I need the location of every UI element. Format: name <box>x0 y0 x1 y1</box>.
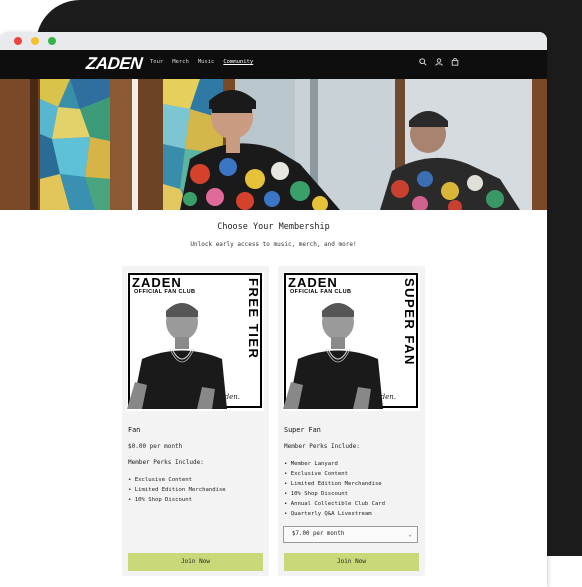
hero-photo <box>0 79 547 210</box>
perk-item: Annual Collectible Club Card <box>284 499 385 509</box>
artist-portrait-image <box>283 303 383 409</box>
perk-item: Exclusive Content <box>128 475 226 485</box>
tier-name: Super Fan <box>284 426 321 434</box>
tier-price: $0.00 per month <box>128 443 183 450</box>
poster-brand: ZADEN <box>288 275 338 290</box>
tier-name: Fan <box>128 426 141 434</box>
perk-item: Quarterly Q&A Livestream <box>284 509 385 519</box>
page-title: Choose Your Membership <box>217 222 330 232</box>
site-logo[interactable]: ZADEN <box>85 54 143 74</box>
perks-heading: Member Perks Include: <box>128 459 204 466</box>
nav-music[interactable]: Music <box>198 59 215 65</box>
close-window-button[interactable] <box>14 37 22 45</box>
tier-card-super-fan: ZADEN OFFICIAL FAN CLUB SUPER FAN Zaden.… <box>278 266 425 576</box>
perk-item: Member Lanyard <box>284 459 385 469</box>
poster-brand: ZADEN <box>132 275 182 290</box>
poster-signature: Zaden. <box>371 393 396 401</box>
poster-signature: Zaden. <box>215 393 240 401</box>
poster-tier-label: SUPER FAN <box>402 278 417 366</box>
poster-tier-label: FREE TIER <box>246 278 261 360</box>
cart-icon[interactable] <box>451 58 459 66</box>
price-select-value: $7.00 per month <box>292 531 345 537</box>
perk-item: Exclusive Content <box>284 469 385 479</box>
nav-community[interactable]: Community <box>223 59 253 65</box>
join-now-button-fan[interactable]: Join Now <box>128 553 263 571</box>
poster-subtitle: OFFICIAL FAN CLUB <box>290 289 352 295</box>
perk-item: 10% Shop Discount <box>284 489 385 499</box>
membership-section: Choose Your Membership Unlock early acce… <box>0 210 547 587</box>
tier-card-fan: ZADEN OFFICIAL FAN CLUB FREE TIER Zaden.… <box>122 266 269 576</box>
hero-banner <box>0 79 547 210</box>
artist-portrait-image <box>127 303 227 409</box>
browser-window: ZADEN Tour Merch Music Community Choose … <box>0 32 547 587</box>
perks-list: Exclusive Content Limited Edition Mercha… <box>128 475 226 505</box>
price-select[interactable]: $7.00 per month ⌄ <box>283 526 418 543</box>
tier-poster-super-fan: ZADEN OFFICIAL FAN CLUB SUPER FAN Zaden. <box>283 272 420 411</box>
main-nav: Tour Merch Music Community <box>150 59 253 65</box>
tier-poster-fan: ZADEN OFFICIAL FAN CLUB FREE TIER Zaden. <box>127 272 264 411</box>
page-subtitle: Unlock early access to music, merch, and… <box>190 241 357 248</box>
join-now-button-super-fan[interactable]: Join Now <box>284 553 419 571</box>
nav-merch[interactable]: Merch <box>172 59 189 65</box>
account-icon[interactable] <box>435 58 443 66</box>
perks-list: Member Lanyard Exclusive Content Limited… <box>284 459 385 519</box>
zoom-window-button[interactable] <box>48 37 56 45</box>
perk-item: Limited Edition Merchandise <box>284 479 385 489</box>
search-icon[interactable] <box>419 58 427 66</box>
header-icons <box>419 58 459 66</box>
nav-tour[interactable]: Tour <box>150 59 163 65</box>
perk-item: 10% Shop Discount <box>128 495 226 505</box>
perk-item: Limited Edition Merchandise <box>128 485 226 495</box>
poster-subtitle: OFFICIAL FAN CLUB <box>134 289 196 295</box>
minimize-window-button[interactable] <box>31 37 39 45</box>
device-frame-edge <box>542 0 582 556</box>
chevron-down-icon: ⌄ <box>408 531 412 538</box>
browser-toolbar <box>0 32 547 50</box>
perks-heading: Member Perks Include: <box>284 443 360 450</box>
site-header: ZADEN Tour Merch Music Community <box>0 50 547 79</box>
